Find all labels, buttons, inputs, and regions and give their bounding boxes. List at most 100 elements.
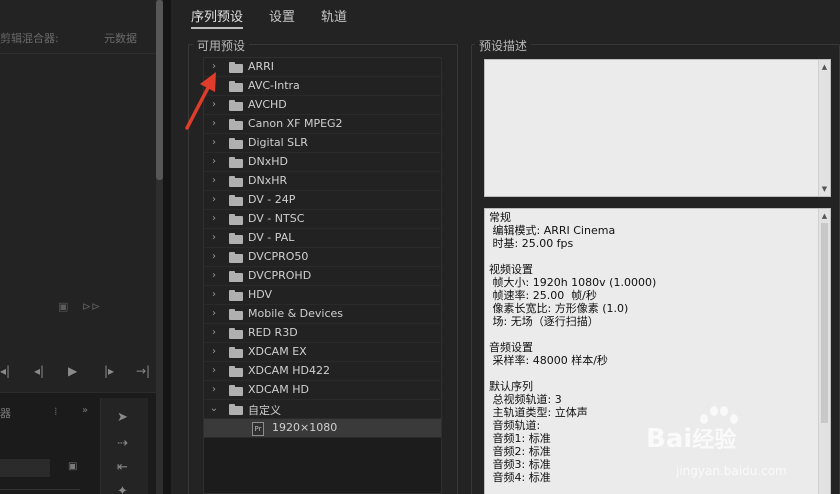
preset-folder-row[interactable]: › DVCPROHD	[204, 267, 441, 286]
available-presets-title: 可用预设	[193, 37, 250, 54]
search-field[interactable]	[0, 459, 50, 477]
chevron-right-icon[interactable]: ›	[208, 269, 220, 283]
chevron-right-icon[interactable]: ›	[208, 383, 220, 397]
folder-icon	[229, 271, 243, 282]
preset-detail-line: 时基: 25.00 fps	[489, 237, 574, 250]
preset-detail-line	[489, 250, 819, 263]
preset-detail-line: 视频设置	[489, 263, 533, 276]
find-icon[interactable]: ▣	[68, 461, 77, 472]
preset-folder-row[interactable]: › Canon XF MPEG2	[204, 115, 441, 134]
scroll-down-icon[interactable]: ▼	[819, 184, 830, 194]
step-back-icon[interactable]: ◂|	[0, 364, 10, 378]
tab-sequence-presets[interactable]: 序列预设	[191, 6, 244, 29]
tab-tracks[interactable]: 轨道	[321, 6, 347, 25]
chevron-right-icon[interactable]: ›	[208, 155, 220, 169]
preset-folder-label: XDCAM HD	[248, 383, 309, 396]
preset-item-row[interactable]: Pr 1920×1080	[204, 419, 441, 438]
ripple-edit-tool-icon[interactable]: ⇤	[117, 460, 128, 475]
panel-splitter[interactable]	[163, 0, 171, 494]
preset-folder-row[interactable]: › XDCAM HD	[204, 381, 441, 400]
panel-overflow-icon[interactable]: »	[82, 405, 88, 416]
chevron-right-icon[interactable]: ›	[208, 231, 220, 245]
scroll-up-icon[interactable]: ▲	[819, 62, 830, 72]
description-scrollbar[interactable]: ▲ ▼	[818, 60, 830, 196]
preset-folder-label: DNxHD	[248, 155, 288, 168]
preset-folder-row[interactable]: › HDV	[204, 286, 441, 305]
watermark: Bai经验 jingyan.baidu.com	[646, 404, 836, 484]
chevron-right-icon[interactable]: ›	[208, 364, 220, 378]
preset-folder-row[interactable]: › RED R3D	[204, 324, 441, 343]
chevron-right-icon[interactable]: ›	[208, 326, 220, 340]
preset-folder-row[interactable]: › XDCAM EX	[204, 343, 441, 362]
panel-tab-icon[interactable]: 器	[0, 405, 11, 421]
folder-icon	[229, 328, 243, 339]
scrollbar-thumb[interactable]	[821, 223, 828, 423]
chevron-right-icon[interactable]: ›	[208, 174, 220, 188]
preset-detail-line: 场: 无场（逐行扫描）	[489, 315, 599, 328]
preset-folder-row[interactable]: › DVCPRO50	[204, 248, 441, 267]
preset-folder-label: XDCAM EX	[248, 345, 307, 358]
chevron-right-icon[interactable]: ›	[208, 250, 220, 264]
presets-tree[interactable]: ›ARRI›AVC-Intra›AVCHD›Canon XF MPEG2›Dig…	[203, 57, 442, 494]
chevron-right-icon[interactable]: ›	[208, 288, 220, 302]
chevron-right-icon[interactable]: ›	[208, 212, 220, 226]
preset-folder-row[interactable]: ⌄ 自定义	[204, 400, 441, 419]
metadata-label[interactable]: 元数据	[104, 30, 137, 46]
preset-folder-label: DVCPRO50	[248, 250, 309, 263]
left-panel-scrollbar[interactable]	[156, 0, 163, 494]
preset-folder-row[interactable]: › DV - 24P	[204, 191, 441, 210]
tools-panel: ➤ ⇢ ⇤ ✦	[100, 398, 148, 494]
preset-folder-row[interactable]: ›AVC-Intra	[204, 77, 441, 96]
folder-icon	[229, 138, 243, 149]
folder-icon	[229, 176, 243, 187]
scrollbar-thumb[interactable]	[156, 0, 163, 180]
preset-folder-row[interactable]: › AVCHD	[204, 96, 441, 115]
preset-folder-row[interactable]: › XDCAM HD422	[204, 362, 441, 381]
more-icon[interactable]: ⊳⊳	[82, 300, 100, 313]
preset-folder-label: Mobile & Devices	[248, 307, 344, 320]
folder-icon	[229, 81, 243, 92]
selection-tool-icon[interactable]: ➤	[117, 410, 128, 425]
folder-icon	[229, 62, 243, 73]
razor-tool-icon[interactable]: ✦	[117, 484, 128, 494]
preset-description-box[interactable]: ▲ ▼	[484, 59, 831, 197]
preset-folder-row[interactable]: › DNxHR	[204, 172, 441, 191]
folder-icon	[229, 233, 243, 244]
scroll-up-icon[interactable]: ▲	[819, 211, 830, 221]
chevron-right-icon[interactable]: ›	[208, 136, 220, 150]
preset-folder-row[interactable]: › Digital SLR	[204, 134, 441, 153]
watermark-url: jingyan.baidu.com	[676, 464, 787, 478]
preset-folder-label: AVC-Intra	[248, 79, 300, 92]
preset-folder-row[interactable]: › DV - NTSC	[204, 210, 441, 229]
clip-mixer-label: 剪辑混合器:	[0, 32, 59, 45]
preset-detail-line: 帧速率: 25.00 帧/秒	[489, 289, 597, 302]
folder-icon	[229, 100, 243, 111]
chevron-right-icon[interactable]: ›	[208, 345, 220, 359]
track-select-tool-icon[interactable]: ⇢	[117, 436, 128, 451]
preset-folder-label: Digital SLR	[248, 136, 308, 149]
tab-settings[interactable]: 设置	[269, 6, 295, 25]
folder-icon	[229, 366, 243, 377]
folder-icon	[229, 347, 243, 358]
play-icon[interactable]: ▶	[68, 364, 77, 378]
preset-folder-row[interactable]: › ARRI	[204, 58, 441, 77]
preset-description-title: 预设描述	[475, 37, 532, 54]
folder-icon	[229, 309, 243, 320]
watermark-logo: Bai经验	[646, 424, 737, 454]
panel-grip-icon[interactable]: ⁞	[54, 405, 58, 418]
chevron-right-icon[interactable]: ›	[208, 193, 220, 207]
preset-folder-row[interactable]: › Mobile & Devices	[204, 305, 441, 324]
folder-icon	[229, 214, 243, 225]
chevron-down-icon[interactable]: ⌄	[208, 402, 220, 416]
preset-folder-row[interactable]: › DV - PAL	[204, 229, 441, 248]
preset-detail-line: 常规	[489, 211, 511, 224]
preset-folder-row[interactable]: › DNxHD	[204, 153, 441, 172]
frame-back-icon[interactable]: ◂|	[34, 364, 44, 378]
export-frame-icon[interactable]: ▣	[58, 300, 68, 313]
frame-forward-icon[interactable]: |▸	[104, 364, 114, 378]
preset-item-label: 1920×1080	[272, 421, 338, 434]
preset-folder-label: AVCHD	[248, 98, 287, 111]
chevron-right-icon[interactable]: ›	[208, 307, 220, 321]
step-forward-icon[interactable]: →|	[136, 364, 150, 378]
annotation-arrow-icon	[185, 72, 216, 130]
